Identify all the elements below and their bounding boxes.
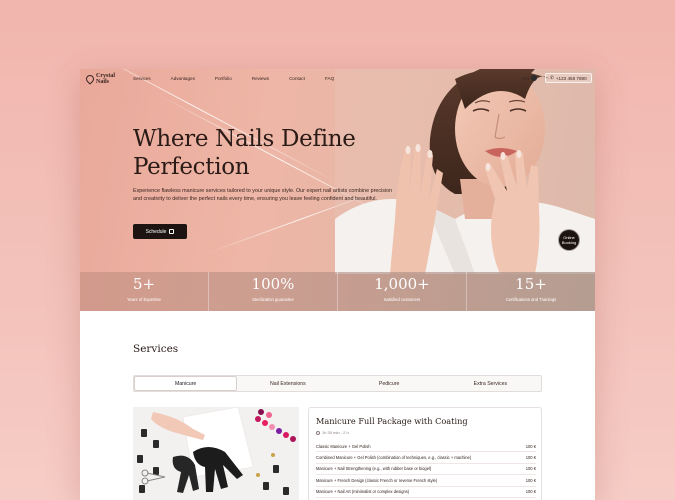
price-list: Classic Manicure + Gel Polish 100 € Comb… — [316, 441, 536, 498]
package-duration: 1h 30 min - 2 h — [316, 430, 349, 435]
nav-item-faq[interactable]: FAQ — [325, 76, 334, 81]
brand-name-line2: Nails — [96, 79, 110, 85]
nav-item-advantages[interactable]: Advantages — [171, 76, 195, 81]
website-page: Crystal Nails Services Advantages Portfo… — [80, 69, 595, 500]
clock-icon — [316, 430, 320, 435]
services-heading: Services — [133, 343, 179, 355]
brand-logo[interactable]: Crystal Nails — [84, 73, 126, 85]
hero-section: Crystal Nails Services Advantages Portfo… — [80, 69, 595, 311]
top-navigation: Crystal Nails Services Advantages Portfo… — [80, 69, 595, 91]
package-title: Manicure Full Package with Coating — [316, 416, 468, 426]
stat-item: 15+ Certifications and Trainings — [467, 272, 595, 311]
schedule-button[interactable]: Schedule — [133, 224, 187, 239]
service-name: Classic Manicure + Gel Polish — [316, 443, 371, 449]
calendar-icon — [169, 229, 175, 234]
stat-item: 1,000+ Satisfied customers — [338, 272, 467, 311]
price-row: Combined Manicure + Gel Polish (combinat… — [316, 452, 536, 464]
nail-logo-icon — [84, 73, 96, 85]
tab-manicure[interactable]: Manicure — [134, 376, 238, 391]
globe-icon — [531, 75, 538, 81]
service-name: Manicure + Nail Strengthening (e.g., wit… — [316, 466, 432, 472]
stats-bar: 5+ Years of Expertise 100% Sterilization… — [80, 272, 595, 311]
service-name: Manicure + Nail Art (minimalist or compl… — [316, 489, 410, 495]
nav-item-services[interactable]: Services — [133, 76, 151, 81]
manicure-photo — [133, 407, 299, 500]
service-price: 100 € — [525, 466, 536, 472]
services-tabs: Manicure Nail Extensions Pedicure Extra … — [133, 375, 542, 392]
nav-menu: Services Advantages Portfolio Reviews Co… — [133, 76, 354, 81]
service-price: 100 € — [525, 455, 536, 461]
price-row: Manicure + Nail Strengthening (e.g., wit… — [316, 464, 536, 476]
nav-item-contact[interactable]: Contact — [289, 76, 305, 81]
phone-icon: ✆ — [550, 75, 554, 80]
stat-value: 5+ — [132, 275, 156, 293]
service-price: 100 € — [525, 443, 536, 449]
tab-pedicure[interactable]: Pedicure — [339, 376, 440, 391]
hero-description: Experience flawless manicure services ta… — [133, 188, 393, 202]
badge-line2: Booking — [561, 240, 577, 245]
model-portrait-image — [335, 69, 595, 274]
stat-label: Certifications and Trainings — [505, 297, 557, 302]
tab-extra-services[interactable]: Extra Services — [440, 376, 541, 391]
service-name: Combined Manicure + Gel Polish (combinat… — [316, 455, 472, 461]
stat-item: 5+ Years of Expertise — [80, 272, 209, 311]
online-booking-badge[interactable]: Online Booking — [558, 229, 580, 251]
stat-value: 100% — [251, 275, 295, 293]
tab-nail-extensions[interactable]: Nail Extensions — [237, 376, 338, 391]
language-label: EN — [523, 75, 530, 81]
nav-item-reviews[interactable]: Reviews — [252, 76, 269, 81]
price-row: Manicure + Nail Art (minimalist or compl… — [316, 487, 536, 498]
stat-value: 15+ — [515, 275, 547, 293]
hero-title-line2: Perfection — [133, 154, 250, 180]
phone-button[interactable]: ✆ +123 456 7890 — [545, 73, 592, 83]
stat-label: Satisfied customers — [383, 297, 421, 302]
hero-title-line1: Where Nails Define — [133, 126, 356, 152]
stat-label: Years of Expertise — [127, 297, 161, 302]
service-name: Manicure + French Design (classic French… — [316, 477, 438, 483]
stat-item: 100% Sterilization guarantee — [209, 272, 338, 311]
service-package-card: Manicure Full Package with Coating 1h 30… — [308, 407, 542, 500]
service-price: 100 € — [525, 477, 536, 483]
price-row: Classic Manicure + Gel Polish 100 € — [316, 441, 536, 453]
hero-title: Where Nails Define Perfection — [133, 125, 373, 181]
phone-number: +123 456 7890 — [555, 75, 587, 81]
schedule-label: Schedule — [145, 228, 167, 235]
price-row: Manicure + French Design (classic French… — [316, 475, 536, 487]
stat-label: Sterilization guarantee — [252, 297, 294, 302]
service-price: 100 € — [525, 489, 536, 495]
language-switcher[interactable]: EN — [523, 75, 538, 81]
duration-text: 1h 30 min - 2 h — [322, 430, 349, 435]
stat-value: 1,000+ — [374, 275, 430, 293]
nav-item-portfolio[interactable]: Portfolio — [215, 76, 232, 81]
